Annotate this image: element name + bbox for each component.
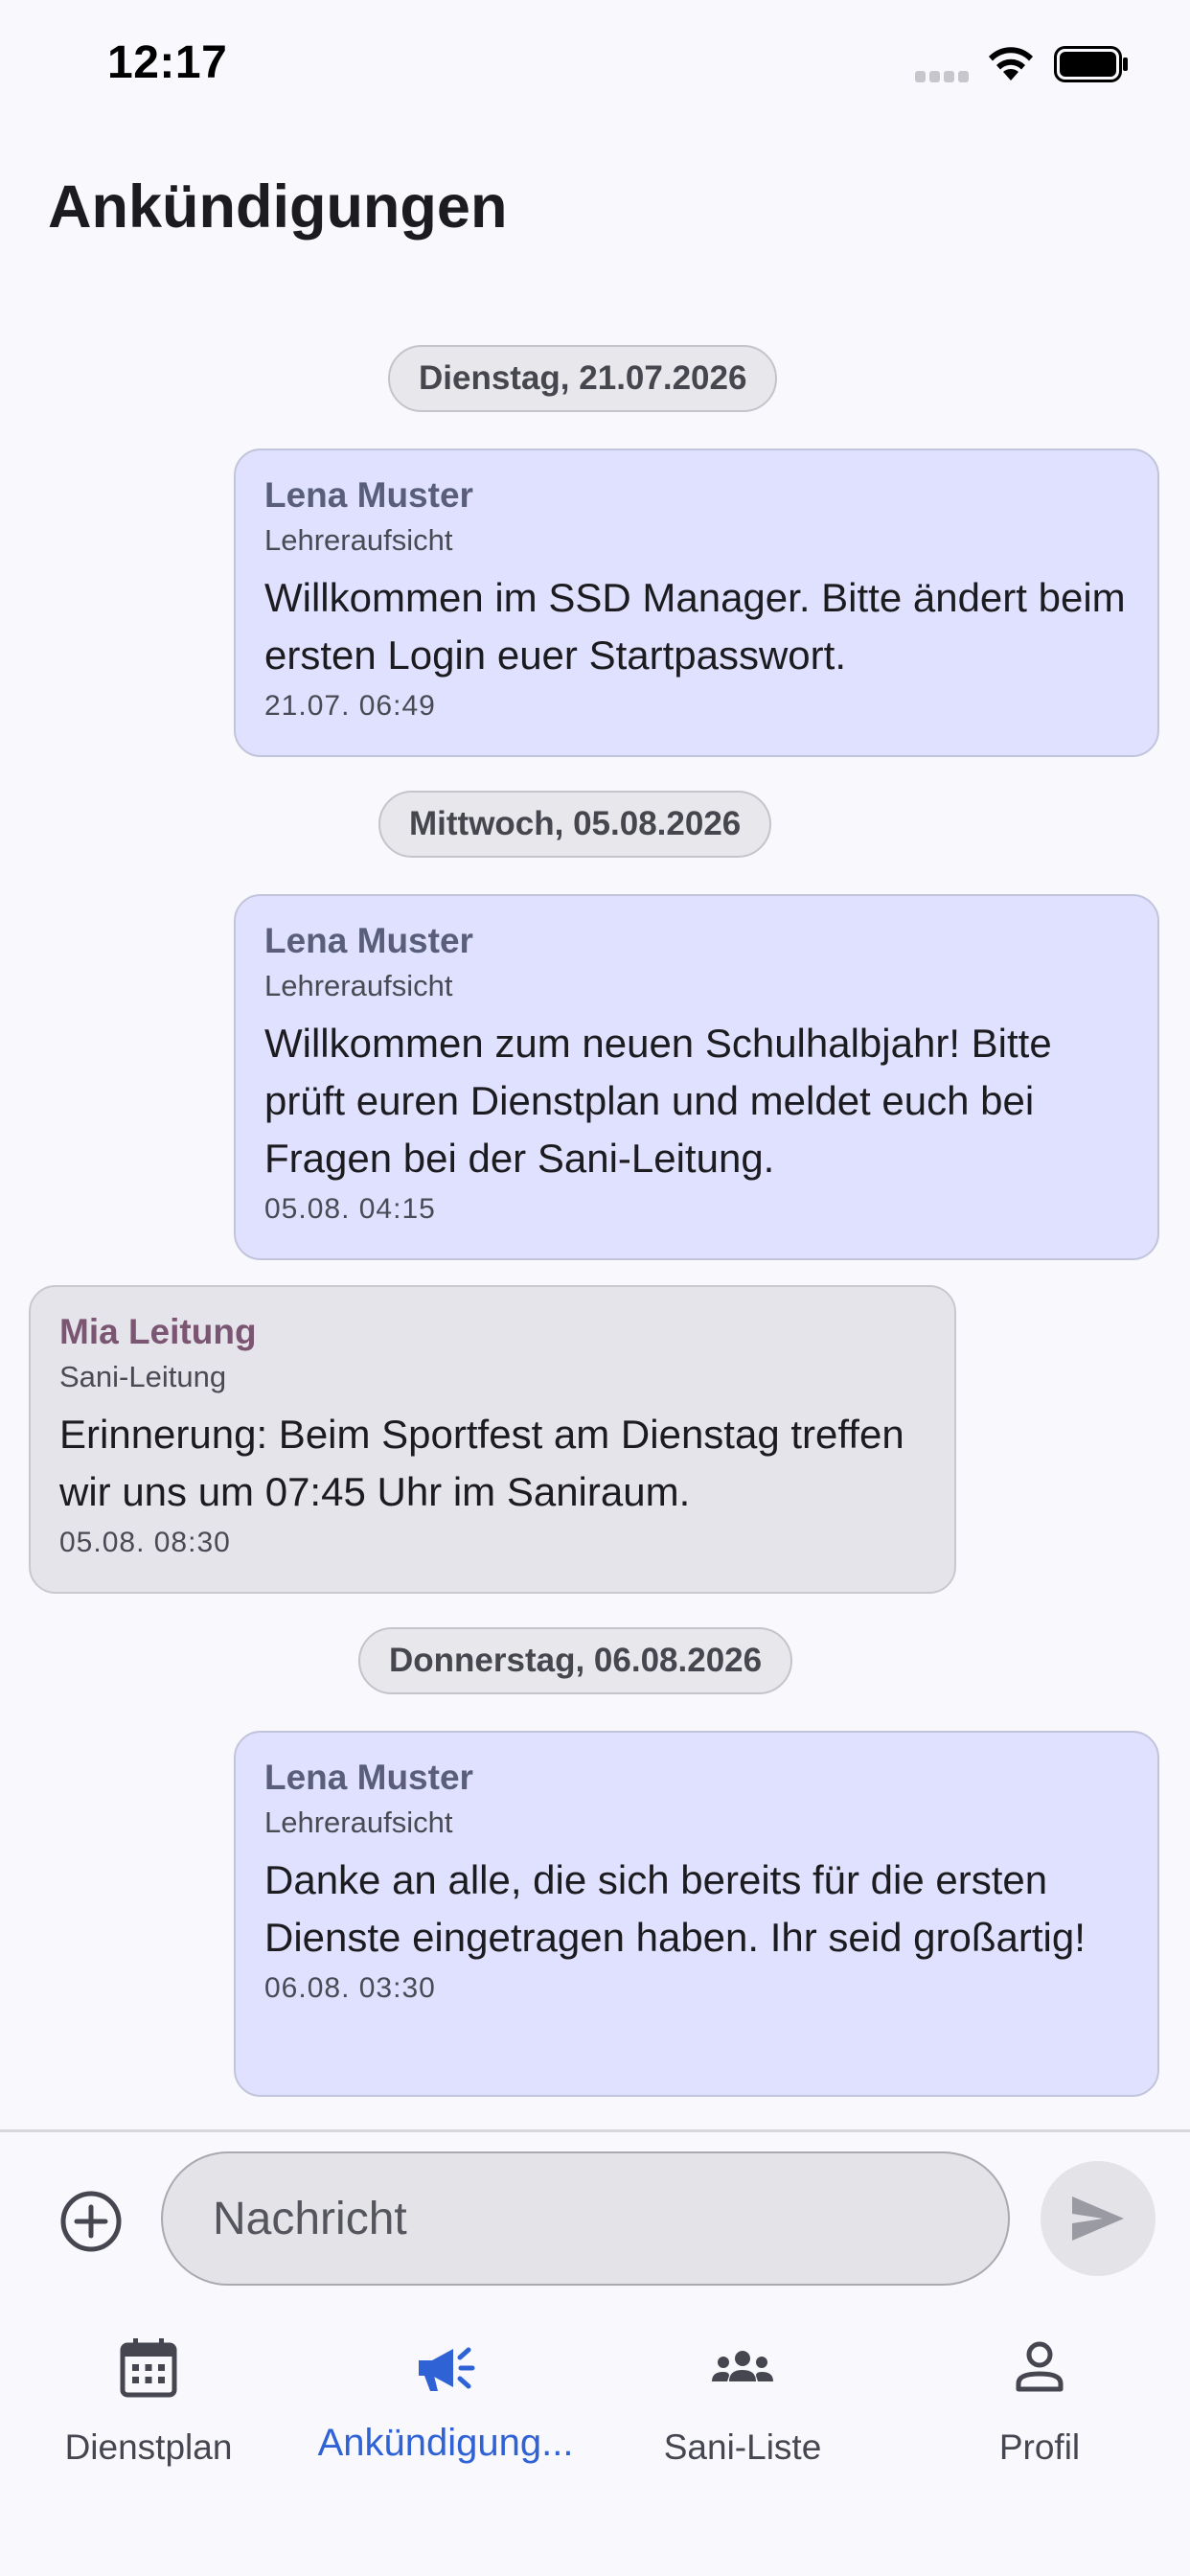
- battery-icon: [1054, 46, 1128, 82]
- group-icon: [712, 2351, 773, 2381]
- app-header: Ankündigungen: [48, 172, 507, 242]
- bottom-navigation: Dienstplan Ankündigung... Sani-Liste Pro…: [0, 2305, 1190, 2576]
- nav-label: Dienstplan: [64, 2427, 233, 2467]
- add-circle-icon[interactable]: [59, 2190, 123, 2253]
- megaphone-icon: [419, 2347, 475, 2391]
- date-separator: Mittwoch, 05.08.2026: [378, 791, 772, 858]
- app-screen: 12:17 Ankündigungen Dienstag, 21.07.2026…: [0, 0, 1190, 2576]
- message-text: Danke an alle, die sich bereits für die …: [264, 1857, 1086, 1960]
- message-text: Willkommen zum neuen Schulhalbjahr! Bitt…: [264, 1021, 1052, 1181]
- message-text: Willkommen im SSD Manager. Bitte ändert …: [264, 575, 1126, 678]
- wifi-icon: [989, 47, 1033, 80]
- send-button[interactable]: [1041, 2161, 1156, 2276]
- message-bubble[interactable]: Mia Leitung Sani-Leitung Erinnerung: Bei…: [29, 1285, 956, 1594]
- message-role: Sani-Leitung: [59, 1360, 227, 1393]
- nav-item-dienstplan[interactable]: Dienstplan: [0, 2305, 297, 2496]
- nav-item-sani-liste[interactable]: Sani-Liste: [594, 2305, 891, 2496]
- message-bubble[interactable]: Lena Muster Lehreraufsicht Danke an alle…: [234, 1731, 1159, 2097]
- signal-icon: [915, 71, 971, 82]
- message-sender: Mia Leitung: [59, 1312, 257, 1351]
- status-bar: 12:17: [0, 0, 1190, 134]
- message-sender: Lena Muster: [264, 921, 473, 960]
- message-role: Lehreraufsicht: [264, 1806, 453, 1839]
- message-bubble[interactable]: Lena Muster Lehreraufsicht Willkommen im…: [234, 448, 1159, 757]
- page-title: Ankündigungen: [48, 173, 508, 241]
- nav-label: Ankündigung...: [317, 2422, 574, 2464]
- nav-item-ankuendigungen[interactable]: Ankündigung...: [297, 2305, 594, 2496]
- message-time: 21.07. 06:49: [264, 690, 436, 722]
- message-role: Lehreraufsicht: [264, 969, 453, 1002]
- send-icon: [1072, 2196, 1124, 2241]
- person-icon: [1016, 2341, 1064, 2392]
- message-input[interactable]: [161, 2151, 1010, 2286]
- date-separator: Dienstag, 21.07.2026: [388, 345, 778, 412]
- message-time: 05.08. 04:15: [264, 1193, 436, 1225]
- calendar-icon: [120, 2338, 177, 2398]
- message-composer: [0, 2132, 1190, 2305]
- nav-item-profil[interactable]: Profil: [891, 2305, 1188, 2496]
- message-time: 05.08. 08:30: [59, 1527, 231, 1558]
- nav-label: Sani-Liste: [663, 2427, 822, 2467]
- message-bubble[interactable]: Lena Muster Lehreraufsicht Willkommen zu…: [234, 894, 1159, 1260]
- message-text: Erinnerung: Beim Sportfest am Dienstag t…: [59, 1412, 904, 1514]
- nav-label: Profil: [998, 2427, 1081, 2467]
- message-role: Lehreraufsicht: [264, 523, 453, 557]
- message-sender: Lena Muster: [264, 1758, 473, 1797]
- status-time: 12:17: [107, 37, 228, 88]
- message-sender: Lena Muster: [264, 475, 473, 515]
- date-separator: Donnerstag, 06.08.2026: [358, 1627, 793, 1694]
- message-time: 06.08. 03:30: [264, 1972, 436, 2004]
